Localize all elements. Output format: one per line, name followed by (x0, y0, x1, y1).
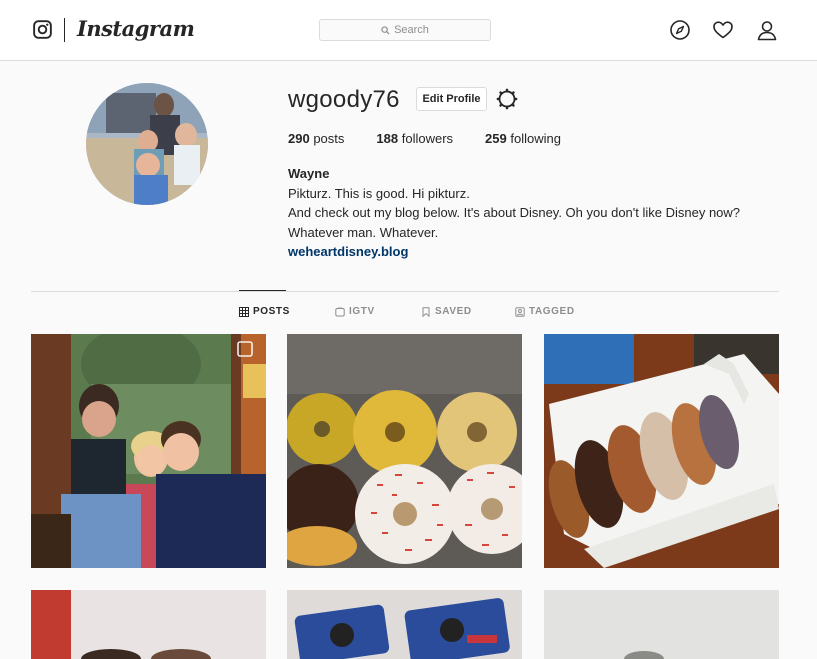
post-tile[interactable] (287, 590, 522, 659)
igtv-icon (335, 306, 345, 316)
tab-igtv[interactable]: IGTV (335, 306, 375, 317)
bio-line-3: Whatever man. Whatever. (288, 224, 439, 240)
gear-icon[interactable] (496, 88, 518, 110)
edit-profile-button[interactable]: Edit Profile (416, 87, 487, 111)
bio-line-2: And check out my blog below. It's about … (288, 205, 741, 220)
bio-website-link[interactable]: weheartdisney.blog (288, 242, 740, 262)
profile-stats: 290 posts 188 followers 259 following (288, 131, 593, 146)
search-icon (381, 25, 390, 35)
grid-icon (239, 306, 249, 317)
search-input[interactable]: Search (319, 19, 491, 41)
instagram-camera-icon[interactable] (33, 20, 52, 39)
followers-label: followers (401, 131, 454, 146)
following-label: following (510, 131, 561, 146)
post-tile[interactable] (544, 334, 779, 568)
tagged-icon (515, 306, 525, 317)
bio-line-1: Pikturz. This is good. Hi pikturz. (288, 185, 470, 201)
tab-saved-label: SAVED (435, 306, 472, 317)
posts-count: 290 (288, 131, 310, 146)
tab-saved[interactable]: SAVED (421, 306, 472, 317)
post-tile[interactable] (31, 590, 266, 659)
posts-stat: 290 posts (288, 131, 344, 146)
tabs-divider (31, 291, 779, 292)
following-stat[interactable]: 259 following (485, 131, 561, 146)
search-placeholder: Search (394, 24, 429, 36)
tab-posts[interactable]: POSTS (239, 306, 290, 317)
tab-tagged-label: TAGGED (529, 306, 575, 317)
post-tile[interactable] (31, 334, 266, 568)
tab-igtv-label: IGTV (349, 306, 375, 317)
profile-tabs: POSTS IGTV SAVED TAGGED (0, 306, 817, 322)
post-tile[interactable] (287, 334, 522, 568)
active-tab-indicator (239, 290, 286, 291)
instagram-wordmark[interactable]: Instagram (77, 16, 195, 41)
followers-stat[interactable]: 188 followers (376, 131, 453, 146)
top-navigation-bar: Instagram Search (0, 0, 817, 61)
posts-label: posts (313, 131, 345, 146)
followers-count: 188 (376, 131, 399, 146)
bookmark-icon (422, 306, 430, 317)
following-count: 259 (485, 131, 507, 146)
logo-divider (64, 18, 65, 42)
tab-posts-label: POSTS (253, 306, 290, 317)
explore-icon[interactable] (669, 19, 691, 41)
profile-username: wgoody76 (288, 86, 400, 113)
post-tile[interactable] (544, 590, 779, 659)
heart-icon[interactable] (712, 19, 734, 41)
profile-icon[interactable] (756, 19, 778, 41)
profile-bio: Wayne Pikturz. This is good. Hi pikturz.… (288, 164, 740, 262)
tab-tagged[interactable]: TAGGED (515, 306, 575, 317)
profile-avatar[interactable] (86, 83, 208, 205)
profile-full-name: Wayne (288, 166, 330, 181)
